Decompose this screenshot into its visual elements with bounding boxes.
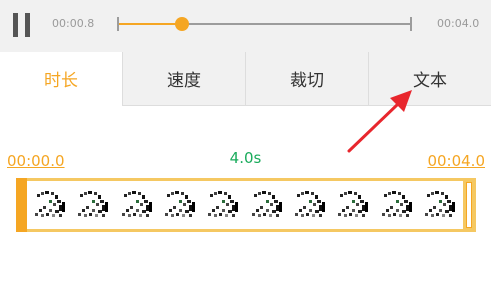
clip-duration: 4.0s xyxy=(229,149,262,167)
frame-thumbnail xyxy=(421,186,461,224)
tab-duration[interactable]: 时长 xyxy=(0,52,122,106)
player-bar: 00:00.8 00:04.0 xyxy=(0,0,491,52)
trim-handle-left[interactable] xyxy=(16,178,27,232)
clip-timeline-strip[interactable] xyxy=(16,178,476,232)
current-time: 00:00.8 xyxy=(52,17,95,30)
frame-thumbnail xyxy=(291,186,331,224)
tab-speed[interactable]: 速度 xyxy=(122,52,245,106)
track-end-tick xyxy=(410,17,412,31)
frame-thumbnail xyxy=(204,186,244,224)
progress-slider[interactable] xyxy=(117,11,412,37)
frame-thumbnail xyxy=(161,186,201,224)
frame-thumbnail xyxy=(334,186,374,224)
timeline-end-time[interactable]: 00:04.0 xyxy=(427,152,485,170)
frame-thumbnails xyxy=(31,186,461,224)
pause-icon[interactable] xyxy=(12,13,32,37)
frame-thumbnail xyxy=(118,186,158,224)
annotation-arrow-icon xyxy=(347,90,412,153)
total-time: 00:04.0 xyxy=(437,17,480,30)
frame-thumbnail xyxy=(31,186,71,224)
frame-thumbnail xyxy=(248,186,288,224)
trim-handle-right[interactable] xyxy=(463,178,476,232)
track-start-tick xyxy=(117,17,119,31)
frame-thumbnail xyxy=(74,186,114,224)
progress-thumb[interactable] xyxy=(174,17,189,31)
frame-thumbnail xyxy=(378,186,418,224)
progress-fill xyxy=(117,23,182,25)
